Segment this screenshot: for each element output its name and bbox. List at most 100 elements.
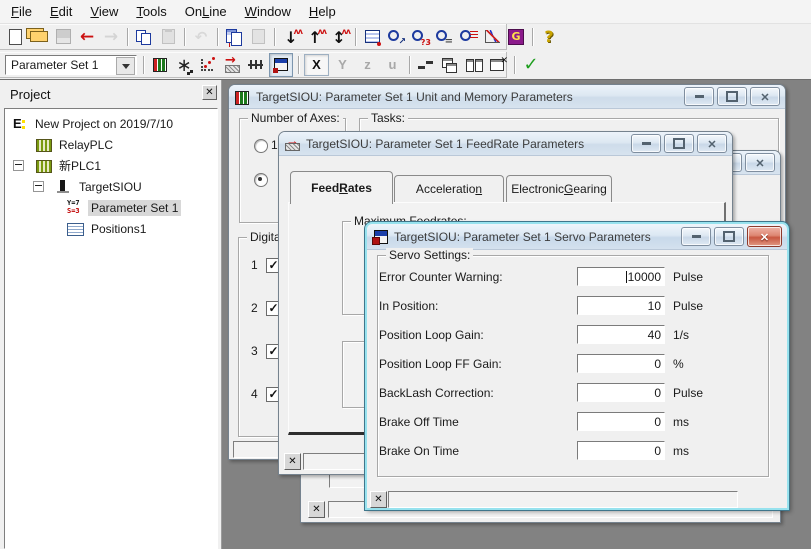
axes-radio-1[interactable]: [254, 139, 268, 153]
field-input[interactable]: 0: [577, 383, 665, 402]
maximize-button[interactable]: [717, 87, 747, 106]
global-variables-icon[interactable]: [505, 26, 527, 48]
servo-window-x-button[interactable]: [370, 491, 387, 508]
close-button[interactable]: [747, 226, 782, 247]
digital-checkbox-row: 2: [251, 301, 281, 315]
verify-icon[interactable]: [328, 26, 350, 48]
maximize-button[interactable]: [714, 227, 744, 246]
copy-program-icon[interactable]: [223, 26, 245, 48]
menu-bar: FileEditViewToolsOnLineWindowHelp: [0, 0, 811, 24]
checkbox-number-label: 1: [251, 258, 262, 272]
field-unit-label: Pulse: [673, 386, 703, 400]
tree-item-targetsiou[interactable]: TargetSIOU: [5, 176, 217, 197]
toolbar-separator: [298, 56, 299, 74]
servo-parameters-icon[interactable]: [269, 53, 293, 77]
project-panel-close-button[interactable]: [202, 85, 217, 100]
new-file-icon[interactable]: [4, 26, 26, 48]
toolbar-separator: [532, 28, 533, 46]
find-text-icon[interactable]: [457, 26, 479, 48]
menu-window[interactable]: Window: [236, 1, 300, 22]
save-icon[interactable]: [52, 26, 74, 48]
minimize-icon: [692, 235, 701, 238]
upload-icon[interactable]: [304, 26, 326, 48]
positions-icon[interactable]: [197, 54, 219, 76]
step-icon[interactable]: [415, 54, 437, 76]
tab-electronic-gearing[interactable]: Electronic Gearing: [506, 175, 612, 202]
menu-online[interactable]: OnLine: [176, 1, 236, 22]
download-icon[interactable]: [280, 26, 302, 48]
expander-minus-icon[interactable]: [33, 181, 44, 192]
limits-icon[interactable]: [245, 54, 267, 76]
forward-icon[interactable]: [100, 26, 122, 48]
trend-chart-icon[interactable]: [481, 26, 503, 48]
field-input[interactable]: 0: [577, 354, 665, 373]
unit-parameters-icon[interactable]: [149, 54, 171, 76]
minimize-button[interactable]: [681, 227, 711, 246]
field-input[interactable]: 10000: [577, 267, 665, 286]
menu-tools[interactable]: Tools: [127, 1, 175, 22]
watch-icon[interactable]: [361, 26, 383, 48]
servo-field-row: Position Loop FF Gain:0%: [379, 354, 777, 373]
window-unit-memory-titlebar[interactable]: TargetSIOU: Parameter Set 1 Unit and Mem…: [229, 85, 785, 109]
help-icon[interactable]: [538, 26, 560, 48]
tree-item--plc1[interactable]: 新PLC1: [5, 155, 217, 176]
menu-view[interactable]: View: [81, 1, 127, 22]
window-feedrate-titlebar[interactable]: TargetSIOU: Parameter Set 1 FeedRate Par…: [279, 132, 732, 156]
window-servo-titlebar[interactable]: TargetSIOU: Parameter Set 1 Servo Parame…: [367, 224, 787, 250]
find-value-icon[interactable]: [433, 26, 455, 48]
axes-radio-2[interactable]: [254, 173, 268, 187]
field-unit-label: 1/s: [673, 328, 689, 342]
combobox-dropdown-icon[interactable]: [116, 57, 135, 75]
expander-minus-icon[interactable]: [13, 160, 24, 171]
field-input[interactable]: 40: [577, 325, 665, 344]
jog-icon[interactable]: [173, 54, 195, 76]
tree-item-label: New Project on 2019/7/10: [32, 116, 176, 132]
back-icon[interactable]: [76, 26, 98, 48]
close-windows-icon[interactable]: [487, 54, 509, 76]
axis-button-Y[interactable]: Y: [331, 55, 354, 75]
menu-help[interactable]: Help: [300, 1, 345, 22]
close-button[interactable]: [750, 87, 780, 106]
field-label: Brake On Time: [379, 444, 577, 458]
number-of-axes-label: Number of Axes:: [248, 111, 343, 125]
tab-acceleration[interactable]: Acceleration: [394, 175, 504, 202]
paste-program-icon[interactable]: [247, 26, 269, 48]
feedrate-window-x-button[interactable]: [284, 453, 301, 470]
tab-feed-rates[interactable]: Feed Rates: [290, 171, 393, 204]
cascade-icon[interactable]: [439, 54, 461, 76]
tree-item-parameter-set-1[interactable]: Parameter Set 1: [5, 197, 217, 218]
find-symbol-icon[interactable]: [409, 26, 431, 48]
paste-icon[interactable]: [157, 26, 179, 48]
background-window-x-button[interactable]: [308, 501, 325, 518]
menu-edit[interactable]: Edit: [41, 1, 81, 22]
apply-icon[interactable]: [520, 54, 542, 76]
field-label: Error Counter Warning:: [379, 270, 577, 284]
axis-button-U[interactable]: u: [381, 55, 404, 75]
axis-button-X[interactable]: X: [304, 54, 329, 76]
close-button[interactable]: [745, 153, 775, 172]
positions-table-icon: [67, 221, 85, 237]
minimize-button[interactable]: [684, 87, 714, 106]
digital-checkbox-row: 1: [251, 258, 281, 272]
find-references-icon[interactable]: [385, 26, 407, 48]
field-input[interactable]: 0: [577, 441, 665, 460]
field-input[interactable]: 10: [577, 296, 665, 315]
feedrate-parameters-icon[interactable]: [221, 54, 243, 76]
tree-item-new-project-on-2019-7-10[interactable]: New Project on 2019/7/10: [5, 113, 217, 134]
maximize-button[interactable]: [664, 134, 694, 153]
parameter-set-combobox[interactable]: Parameter Set 1: [5, 55, 137, 75]
close-button[interactable]: [697, 134, 727, 153]
parameter-toolbar: Parameter Set 1 XYzu: [0, 52, 507, 78]
undo-icon[interactable]: [190, 26, 212, 48]
tile-icon[interactable]: [463, 54, 485, 76]
menu-file[interactable]: File: [2, 1, 41, 22]
tree-item-relayplc[interactable]: RelayPLC: [5, 134, 217, 155]
minimize-button[interactable]: [631, 134, 661, 153]
open-folder-icon[interactable]: [28, 26, 50, 48]
tree-item-positions1[interactable]: Positions1: [5, 218, 217, 239]
field-label: Brake Off Time: [379, 415, 577, 429]
copy-icon[interactable]: [133, 26, 155, 48]
field-input[interactable]: 0: [577, 412, 665, 431]
field-unit-label: ms: [673, 415, 689, 429]
axis-button-Z[interactable]: z: [356, 55, 379, 75]
